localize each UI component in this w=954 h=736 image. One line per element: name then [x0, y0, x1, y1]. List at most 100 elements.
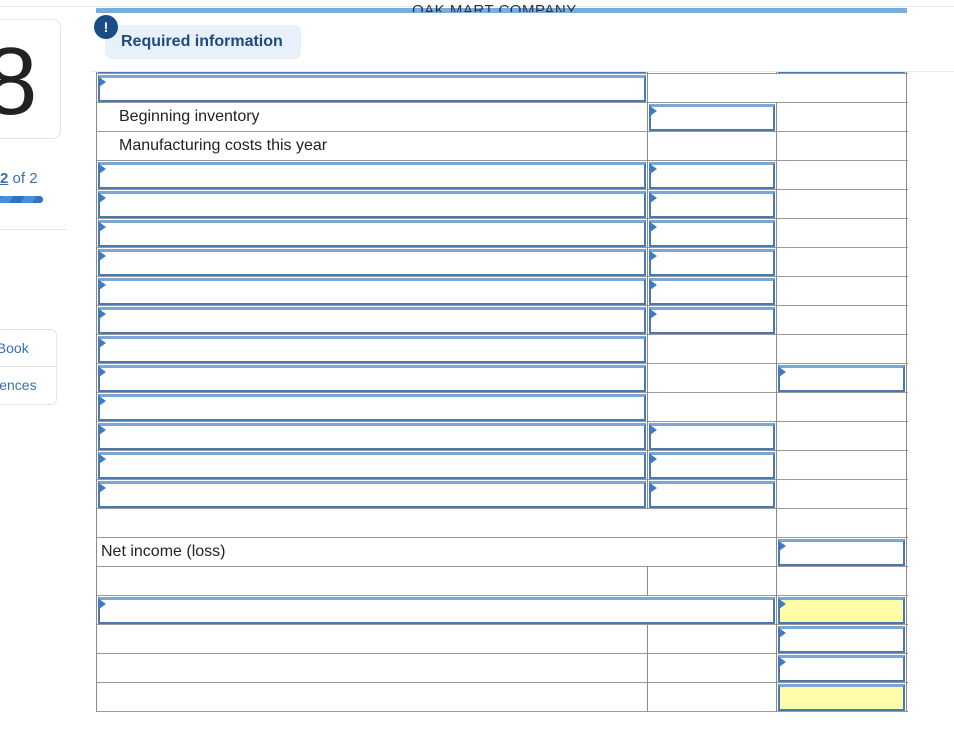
dropdown-arrow-icon	[779, 599, 786, 609]
right-cell	[776, 335, 907, 364]
right-cell	[776, 596, 907, 625]
blank-cell	[776, 567, 907, 596]
dropdown-arrow-icon	[650, 425, 657, 435]
table-row	[96, 509, 908, 538]
question-number: 8	[0, 28, 37, 135]
amount-input[interactable]	[649, 104, 775, 131]
progress-fill	[0, 196, 43, 203]
amount-input[interactable]	[649, 162, 775, 189]
mid-cell	[647, 132, 776, 161]
dropdown-arrow-icon	[650, 106, 657, 116]
dropdown-arrow-icon	[99, 483, 106, 493]
required-info-label[interactable]: Required information	[121, 33, 283, 51]
label-cell	[96, 364, 647, 393]
alert-icon: !	[94, 15, 118, 39]
label-cell	[96, 190, 647, 219]
amount-input[interactable]	[649, 278, 775, 305]
table-row	[96, 190, 908, 219]
resource-links: eBook References	[0, 329, 57, 405]
right-cell	[776, 190, 907, 219]
table-row	[96, 219, 908, 248]
blank-cell	[647, 654, 776, 683]
account-dropdown[interactable]	[98, 423, 646, 450]
dropdown-arrow-icon	[99, 77, 106, 87]
amount-input[interactable]	[649, 191, 775, 218]
amount-input[interactable]	[649, 220, 775, 247]
right-cell	[776, 277, 907, 306]
dropdown-arrow-icon	[99, 599, 106, 609]
account-dropdown[interactable]	[98, 365, 646, 392]
account-dropdown[interactable]	[98, 220, 646, 247]
dropdown-arrow-icon	[650, 251, 657, 261]
account-dropdown[interactable]	[98, 75, 646, 102]
label-cell	[96, 393, 647, 422]
blank-cell	[96, 567, 647, 596]
dropdown-arrow-icon	[650, 193, 657, 203]
total-input[interactable]	[778, 597, 905, 624]
dropdown-arrow-icon	[650, 222, 657, 232]
right-cell	[776, 683, 907, 712]
table-row	[96, 161, 908, 190]
dropdown-arrow-icon	[779, 367, 786, 377]
net-income-input[interactable]	[778, 539, 905, 566]
mid-cell	[647, 422, 776, 451]
label-cell	[96, 161, 647, 190]
amount-input[interactable]	[649, 423, 775, 450]
dropdown-arrow-icon	[99, 425, 106, 435]
progress-bar	[0, 196, 43, 203]
dropdown-arrow-icon	[779, 657, 786, 667]
amount-input[interactable]	[778, 655, 905, 682]
right-cell	[776, 248, 907, 277]
label-cell	[96, 596, 776, 625]
table-row	[96, 364, 908, 393]
account-dropdown[interactable]	[98, 336, 646, 363]
mid-cell	[647, 161, 776, 190]
table-row	[96, 248, 908, 277]
amount-input[interactable]	[649, 481, 775, 508]
page-counter: 2 of 2	[0, 170, 38, 187]
amount-input[interactable]	[649, 452, 775, 479]
total-input[interactable]	[778, 684, 905, 711]
right-cell	[776, 103, 907, 132]
account-dropdown[interactable]	[98, 162, 646, 189]
account-dropdown[interactable]	[98, 249, 646, 276]
account-dropdown[interactable]	[98, 452, 646, 479]
mid-cell	[647, 190, 776, 219]
page-total: of 2	[8, 170, 38, 187]
blank-cell	[96, 683, 647, 712]
table-row	[96, 277, 908, 306]
dropdown-arrow-icon	[99, 367, 106, 377]
account-dropdown[interactable]	[98, 278, 646, 305]
right-cell	[776, 451, 907, 480]
account-dropdown[interactable]	[98, 481, 646, 508]
right-cell	[776, 480, 907, 509]
table-row	[96, 567, 908, 596]
right-cell	[776, 306, 907, 335]
label-cell	[96, 219, 647, 248]
right-cell	[776, 219, 907, 248]
amount-input[interactable]	[778, 626, 905, 653]
dropdown-arrow-icon	[99, 309, 106, 319]
blank-cell	[96, 625, 647, 654]
account-dropdown[interactable]	[98, 394, 646, 421]
account-dropdown[interactable]	[98, 597, 775, 624]
amount-input[interactable]	[649, 307, 775, 334]
amount-input[interactable]	[778, 365, 905, 392]
right-cell	[776, 132, 907, 161]
table-row	[96, 451, 908, 480]
account-dropdown[interactable]	[98, 307, 646, 334]
ebook-link[interactable]: eBook	[0, 330, 56, 367]
account-dropdown[interactable]	[98, 191, 646, 218]
label-cell: Manufacturing costs this year	[96, 132, 647, 161]
label-cell: Net income (loss)	[96, 538, 776, 567]
amount-input[interactable]	[649, 249, 775, 276]
net-income-label: Net income (loss)	[101, 543, 226, 560]
table-row	[96, 422, 908, 451]
references-link[interactable]: References	[0, 367, 56, 404]
right-cell	[776, 625, 907, 654]
dropdown-arrow-icon	[779, 628, 786, 638]
mid-cell	[647, 451, 776, 480]
mid-cell	[647, 103, 776, 132]
dropdown-arrow-icon	[650, 309, 657, 319]
sidebar-divider	[0, 229, 67, 230]
